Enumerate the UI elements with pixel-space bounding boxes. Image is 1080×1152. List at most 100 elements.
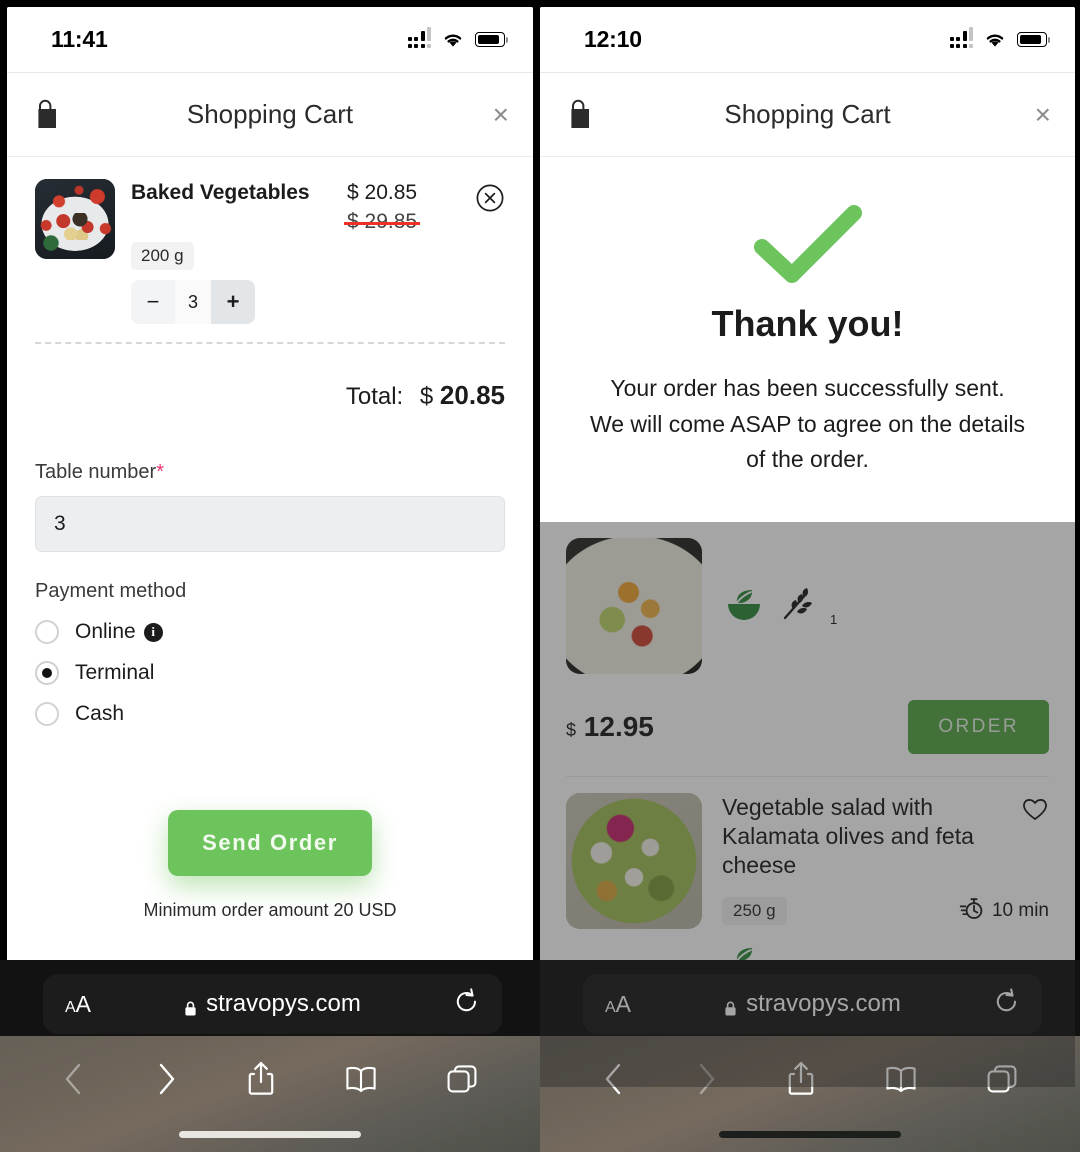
send-order-button[interactable]: Send Order: [168, 810, 372, 876]
table-number-label: Table number*: [35, 461, 505, 484]
page-title: Shopping Cart: [724, 99, 891, 129]
radio-cash[interactable]: [35, 702, 59, 726]
remove-circle-icon[interactable]: [475, 183, 505, 213]
back-chevron-icon[interactable]: [62, 1062, 86, 1101]
cart-item-thumbnail[interactable]: [35, 179, 115, 259]
gluten-wheat-icon: [780, 586, 818, 627]
cart-item-price: $ 20.85: [347, 181, 418, 204]
payment-method-label: Payment method: [35, 580, 187, 602]
wifi-icon: [984, 32, 1006, 48]
menu-item-currency: $: [566, 719, 577, 740]
home-indicator: [719, 1131, 901, 1138]
address-bar[interactable]: AA stravopys.com: [43, 974, 502, 1034]
quantity-value: 3: [175, 280, 211, 324]
cart-total: Total: $ 20.85: [35, 344, 505, 439]
home-indicator: [179, 1131, 361, 1138]
url-text: stravopys.com: [206, 990, 361, 1017]
menu-item-time-text: 10 min: [991, 899, 1049, 921]
cart-header: Shopping Cart ×: [7, 73, 533, 157]
cellular-signal-icon: [407, 27, 431, 48]
safari-bottom-chrome: AA stravopys.com: [0, 960, 540, 1152]
menu-item-row: Vegetable salad with Kalamata olives and…: [566, 777, 1049, 985]
quantity-decrease-button[interactable]: −: [131, 280, 175, 324]
battery-icon: [1017, 32, 1051, 47]
payment-option-cash-label: Cash: [75, 702, 125, 725]
forward-chevron-icon[interactable]: [154, 1062, 178, 1101]
heart-icon[interactable]: [1021, 796, 1049, 822]
battery-icon: [475, 32, 509, 47]
table-number-input[interactable]: 3: [35, 496, 505, 552]
lock-icon: [184, 996, 197, 1015]
menu-item-thumbnail[interactable]: [566, 792, 702, 929]
left-phone-frame: 11:41 Shopping Cart × Baked Vegetables $…: [0, 0, 540, 1152]
menu-item-time: 10 min: [959, 896, 1049, 926]
status-time: 11:41: [51, 26, 108, 52]
menu-item-weight: 250 g: [722, 896, 787, 925]
menu-item-price: $ 12.95: [566, 711, 654, 743]
menu-list-dimmed: 1 $ 12.95 ORDER Vegetable salad with Kal…: [540, 521, 1075, 1087]
total-amount: 20.85: [439, 380, 505, 410]
close-button[interactable]: ×: [493, 100, 509, 129]
order-button[interactable]: ORDER: [908, 699, 1049, 754]
send-order-wrap: Send Order: [35, 726, 505, 876]
share-icon[interactable]: [246, 1061, 276, 1102]
quantity-stepper[interactable]: − 3 +: [131, 280, 255, 324]
cart-item-old-price: $ 29.85: [343, 210, 421, 233]
thank-you-title: Thank you!: [711, 303, 904, 344]
order-button[interactable]: ORDER: [908, 1010, 1049, 1065]
menu-item-tag-number: 1: [830, 611, 838, 627]
payment-option-online-label: Online i: [75, 620, 163, 644]
menu-item-tags: 1: [722, 586, 1049, 627]
cart-item-weight: 200 g: [131, 242, 194, 270]
status-time: 12:10: [584, 26, 642, 52]
radio-online[interactable]: [35, 620, 59, 644]
wifi-icon: [442, 32, 464, 48]
divider: [566, 775, 1049, 777]
reload-icon[interactable]: [454, 987, 480, 1021]
right-phone-frame: 12:10 Shopping Cart × Thank you! Your or…: [540, 0, 1080, 1152]
cart-line-item: Baked Vegetables $ 20.85 $ 29.85 200 g −…: [35, 157, 505, 342]
green-checkmark-icon: [753, 205, 862, 283]
payment-online-text: Online: [75, 620, 136, 643]
vegan-bowl-icon: [724, 944, 764, 985]
minimum-order-note: Minimum order amount 20 USD: [143, 900, 397, 920]
menu-item-price-row: $ 12.95 ORDER: [566, 674, 1049, 776]
thank-you-line-3: of the order.: [746, 446, 869, 473]
table-number-value: 3: [54, 512, 66, 535]
book-icon[interactable]: [344, 1065, 378, 1098]
total-currency: $: [419, 383, 434, 410]
url-display: stravopys.com: [43, 990, 502, 1018]
status-bar: 12:10: [540, 7, 1075, 73]
vegan-bowl-icon: [724, 586, 764, 627]
cellular-signal-icon: [949, 27, 973, 48]
total-label: Total:: [345, 383, 404, 410]
status-icons: [949, 27, 1051, 48]
thank-you-line-1: Your order has been successfully sent.: [610, 375, 1005, 401]
menu-item-amount: 12.95: [583, 710, 654, 742]
right-phone-screen: 12:10 Shopping Cart × Thank you! Your or…: [540, 7, 1075, 1145]
menu-item-title: Vegetable salad with Kalamata olives and…: [722, 793, 974, 878]
menu-item-price-row: ORDER: [566, 985, 1049, 1087]
status-bar: 11:41: [7, 7, 533, 73]
two-phone-screenshot: 11:41 Shopping Cart × Baked Vegetables $…: [0, 0, 1080, 1152]
page-title: Shopping Cart: [186, 99, 354, 129]
info-icon[interactable]: i: [143, 622, 163, 642]
stopwatch-icon: [959, 896, 984, 926]
payment-option-terminal-label: Terminal: [75, 661, 155, 684]
cart-header: Shopping Cart ×: [540, 73, 1075, 157]
quantity-increase-button[interactable]: +: [211, 280, 255, 324]
payment-option-online[interactable]: Online i: [35, 620, 505, 644]
tabs-icon[interactable]: [446, 1063, 478, 1100]
cart-body: Baked Vegetables $ 20.85 $ 29.85 200 g −…: [7, 157, 533, 921]
thank-you-line-2: We will come ASAP to agree on the detail…: [589, 410, 1026, 437]
payment-option-cash[interactable]: Cash: [35, 702, 505, 726]
table-number-label-text: Table number: [35, 461, 157, 483]
radio-terminal[interactable]: [35, 661, 59, 685]
menu-item-thumbnail[interactable]: [566, 537, 702, 674]
close-button[interactable]: ×: [1035, 100, 1051, 129]
menu-item-meta: 250 g 10 min: [722, 896, 1049, 926]
menu-item-tags: [722, 944, 1049, 985]
safari-toolbar: [0, 1050, 540, 1112]
payment-option-terminal[interactable]: Terminal: [35, 661, 505, 685]
order-success-panel: Thank you! Your order has been successfu…: [540, 157, 1075, 522]
